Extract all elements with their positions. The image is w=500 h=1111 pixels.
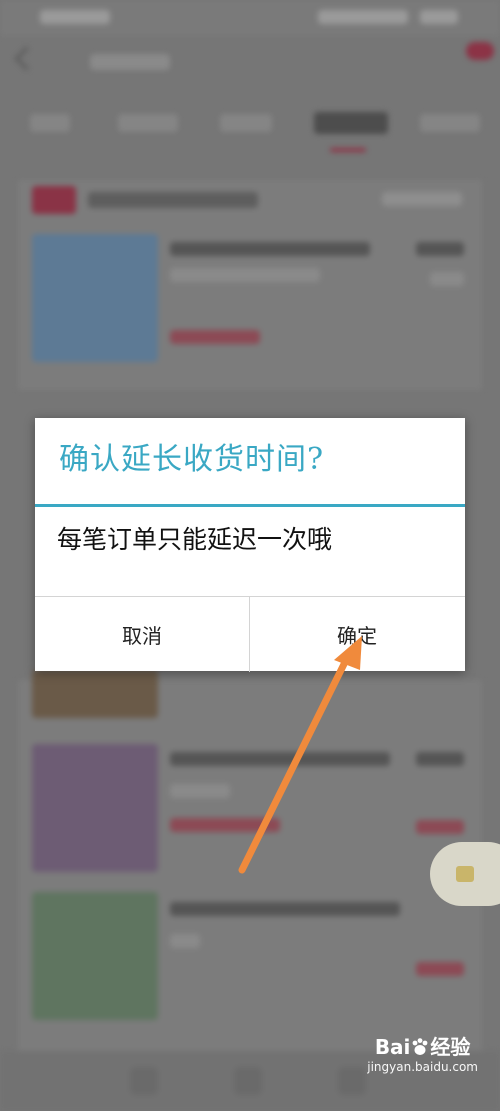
- baidu-paw-icon: [413, 1038, 428, 1055]
- confirm-button[interactable]: 确定: [250, 597, 464, 672]
- nav-category-icon[interactable]: [234, 1067, 262, 1095]
- dialog-title-divider: [35, 504, 465, 507]
- baidu-jingyan-watermark: Bai 经验 jingyan.baidu.com: [367, 1037, 478, 1073]
- status-bar: [0, 0, 500, 36]
- message-icon[interactable]: [466, 42, 494, 60]
- nav-home-icon[interactable]: [130, 1067, 158, 1095]
- extend-receipt-dialog: 确认延长收货时间? 每笔订单只能延迟一次哦 取消 确定: [35, 418, 465, 672]
- top-bar: [0, 36, 500, 92]
- floating-assistant-button[interactable]: [430, 842, 500, 906]
- watermark-domain: jingyan.baidu.com: [367, 1060, 478, 1074]
- top-bar-title: [90, 54, 170, 70]
- shop-badge: [32, 186, 76, 214]
- order-status: [382, 192, 462, 206]
- order-card[interactable]: [18, 670, 482, 1060]
- nav-cart-icon[interactable]: [338, 1067, 366, 1095]
- product-thumbnail: [32, 744, 158, 872]
- product-thumbnail: [32, 234, 158, 362]
- product-thumbnail: [32, 892, 158, 1020]
- order-detail-screen: 确认延长收货时间? 每笔订单只能延迟一次哦 取消 确定 Bai 经验 jingy…: [0, 0, 500, 1111]
- tab-review[interactable]: [420, 114, 480, 132]
- order-tabs: [0, 100, 500, 150]
- watermark-suffix: 经验: [430, 1035, 471, 1059]
- cancel-button[interactable]: 取消: [35, 597, 249, 672]
- order-card[interactable]: [18, 180, 482, 390]
- watermark-brand: Bai: [374, 1035, 411, 1059]
- tab-unpaid[interactable]: [118, 114, 178, 132]
- tab-all[interactable]: [30, 114, 70, 132]
- tab-unreceived[interactable]: [314, 112, 388, 134]
- shop-name: [88, 192, 258, 208]
- product-thumbnail: [32, 670, 158, 718]
- dialog-button-row: 取消 确定: [35, 596, 465, 672]
- active-tab-indicator: [330, 148, 366, 152]
- tab-unshipped[interactable]: [220, 114, 272, 132]
- dialog-message: 每笔订单只能延迟一次哦: [57, 525, 333, 554]
- dialog-title: 确认延长收货时间?: [59, 442, 325, 477]
- back-arrow-icon[interactable]: [14, 46, 39, 71]
- assistant-icon: [456, 866, 474, 882]
